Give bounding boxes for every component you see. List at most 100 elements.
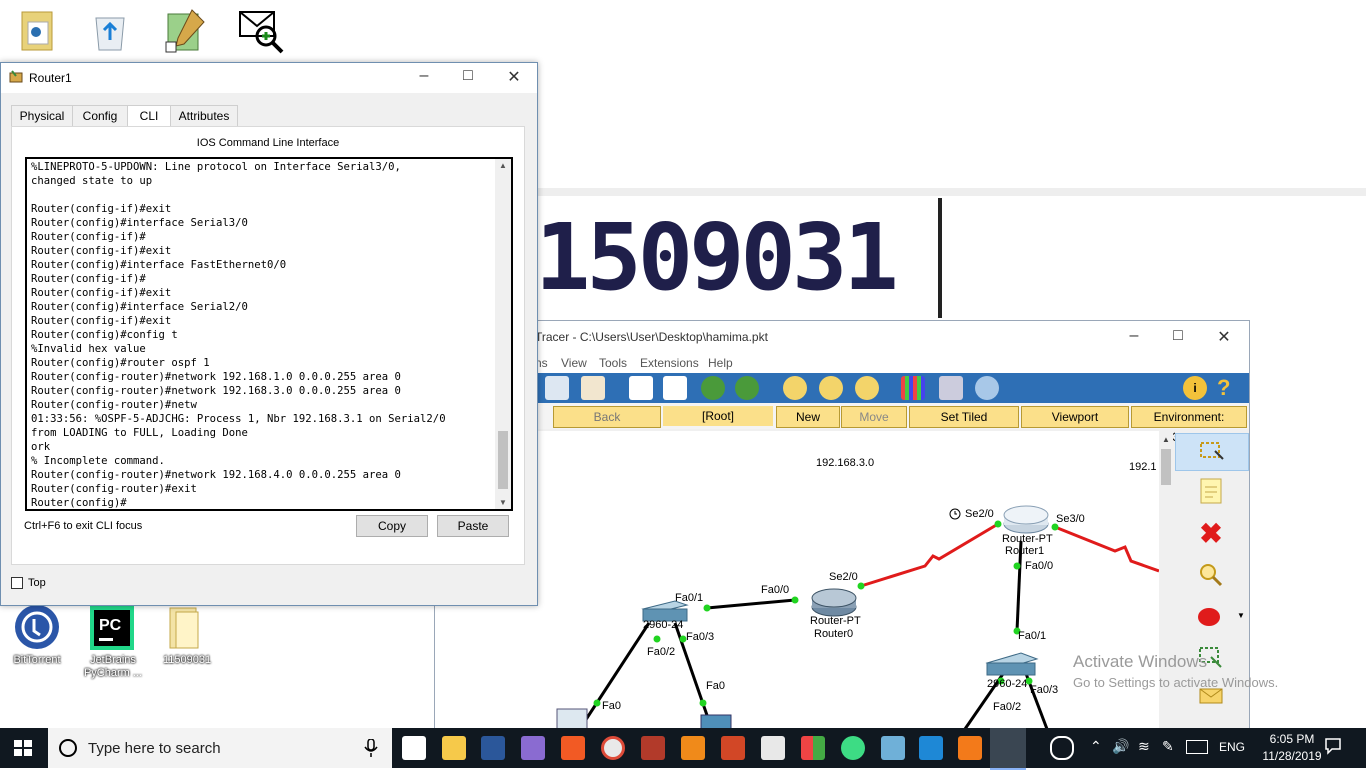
brave-icon[interactable] (561, 736, 585, 760)
back-button[interactable]: Back (553, 406, 661, 428)
xampp-icon[interactable] (958, 736, 982, 760)
tab-attributes[interactable]: Attributes (170, 105, 238, 127)
language-indicator[interactable]: ENG (1219, 740, 1245, 754)
minimize-button[interactable]: – (409, 67, 439, 85)
help-icon[interactable]: ? (1217, 376, 1241, 400)
select-tool-icon[interactable] (1175, 433, 1249, 471)
info-icon[interactable]: i (1183, 376, 1207, 400)
port-label: Fa0/1 (675, 592, 704, 604)
menu-item-view[interactable]: View (561, 356, 587, 370)
maximize-button[interactable]: □ (1163, 327, 1193, 345)
cli-panel: IOS Command Line Interface %LINEPROTO-5-… (11, 126, 525, 565)
undo-icon[interactable] (701, 376, 725, 400)
chrome-icon[interactable] (601, 736, 625, 760)
move-object-button[interactable]: Move Object (841, 406, 907, 444)
palette-icon[interactable] (901, 376, 925, 400)
menu-item-extensions[interactable]: Extensions (640, 356, 699, 370)
device-icon[interactable] (939, 376, 963, 400)
copy-button[interactable]: Copy (356, 515, 428, 537)
print-icon[interactable] (545, 376, 569, 400)
keyboard-icon[interactable] (1186, 740, 1208, 754)
set-tiled-background-button[interactable]: Set Tiled Background (909, 406, 1019, 444)
desktop-icon-label: BitTorrent (13, 654, 61, 666)
ethernet-link (706, 598, 796, 610)
packet-tracer-taskbar-icon[interactable] (990, 728, 1026, 770)
draw-ellipse-tool-icon[interactable] (1195, 603, 1227, 633)
device-type-label: Router-PT (810, 615, 861, 627)
volume-icon[interactable]: 🔊 (1112, 738, 1129, 755)
menu-item-help[interactable]: Help (708, 356, 733, 370)
activate-windows-watermark: Activate Windows Go to Settings to activ… (1073, 652, 1278, 690)
word-icon[interactable] (481, 736, 505, 760)
close-button[interactable]: ✕ (499, 67, 529, 87)
viewport-button[interactable]: Viewport (1021, 406, 1129, 428)
cli-hint: Ctrl+F6 to exit CLI focus (24, 520, 143, 532)
app-icon[interactable] (641, 736, 665, 760)
clock-time[interactable]: 6:05 PM (1262, 732, 1322, 746)
menu-item-tools[interactable]: Tools (599, 356, 627, 370)
tab-config[interactable]: Config (72, 105, 128, 127)
vscode-icon[interactable] (919, 736, 943, 760)
device-type-label: 2960-24 (643, 619, 684, 631)
minimize-button[interactable]: – (1119, 327, 1149, 345)
store-icon[interactable] (402, 736, 426, 760)
wifi-icon[interactable]: ≋ (1138, 738, 1150, 755)
recycle-bin-icon[interactable] (90, 8, 146, 58)
tab-physical[interactable]: Physical (11, 105, 73, 127)
pt-window-title: Tracer - C:\Users\User\Desktop\hamima.pk… (535, 330, 768, 344)
file-explorer-icon[interactable] (442, 736, 466, 760)
microphone-icon[interactable] (364, 738, 378, 760)
chevron-down-icon[interactable]: ▼ (1237, 611, 1245, 620)
zoom-in-icon[interactable] (783, 376, 807, 400)
paint-icon[interactable] (761, 736, 785, 760)
people-icon[interactable] (1050, 736, 1074, 760)
cli-terminal[interactable]: %LINEPROTO-5-UPDOWN: Line protocol on In… (25, 157, 513, 511)
port-label: Fa0/3 (1030, 684, 1059, 696)
copy-icon[interactable] (629, 376, 653, 400)
pen-icon[interactable]: ✎ (1162, 738, 1174, 755)
powerpoint-icon[interactable] (721, 736, 745, 760)
app-icon[interactable] (801, 736, 825, 760)
bittorrent-icon[interactable] (12, 604, 68, 654)
pycharm-icon[interactable]: PC (88, 604, 144, 654)
vlc-icon[interactable] (681, 736, 705, 760)
svg-text:PC: PC (99, 617, 122, 634)
clock-date[interactable]: 11/28/2019 (1256, 749, 1328, 763)
notepadpp-icon[interactable] (162, 8, 218, 58)
mail-search-icon[interactable] (238, 6, 294, 56)
network-canvas[interactable]: 192.168.3.0 192.1 Se2/0 Se3/0 Router-PT … (435, 431, 1159, 729)
zoom-out-icon[interactable] (855, 376, 879, 400)
folder-icon[interactable] (18, 8, 74, 58)
zoom-reset-icon[interactable] (819, 376, 843, 400)
close-button[interactable]: ✕ (1209, 327, 1239, 347)
terminal-scrollbar[interactable]: ▲ ▼ (495, 159, 511, 509)
maximize-button[interactable]: □ (453, 67, 483, 85)
redo-icon[interactable] (735, 376, 759, 400)
inspect-tool-icon[interactable] (1195, 561, 1227, 591)
new-cluster-button[interactable]: New Cluster (776, 406, 840, 444)
visual-studio-icon[interactable] (521, 736, 545, 760)
serial-link (1054, 525, 1159, 573)
delete-tool-icon[interactable]: ✖ (1195, 519, 1227, 549)
activate-subtitle: Go to Settings to activate Windows. (1073, 675, 1279, 690)
taskbar: Type here to search ⌃ 🔊 ≋ ✎ ENG 6:05 PM … (0, 728, 1366, 770)
note-tool-icon[interactable] (1195, 477, 1227, 507)
folder-icon[interactable] (162, 604, 218, 654)
notification-icon[interactable] (1324, 737, 1341, 755)
taskbar-search[interactable]: Type here to search (48, 728, 392, 768)
pt-nav-bar: Back [Root] New Cluster Move Object Set … (435, 403, 1249, 444)
paste-button[interactable]: Paste (437, 515, 509, 537)
activate-title: Activate Windows (1073, 652, 1208, 671)
terminal-output[interactable]: %LINEPROTO-5-UPDOWN: Line protocol on In… (27, 159, 511, 509)
app-icon[interactable] (881, 736, 905, 760)
edit-icon[interactable] (581, 376, 605, 400)
environment-button[interactable]: Environment: 03:57:00 (1131, 406, 1247, 444)
top-checkbox[interactable] (11, 577, 23, 589)
cloud-icon[interactable] (975, 376, 999, 400)
desktop-icon-label: 11509031 (162, 654, 212, 666)
android-studio-icon[interactable] (841, 736, 865, 760)
chevron-up-icon[interactable]: ⌃ (1090, 738, 1102, 755)
windows-start-icon[interactable] (14, 740, 32, 756)
tab-cli[interactable]: CLI (127, 105, 171, 128)
paste-icon[interactable] (663, 376, 687, 400)
